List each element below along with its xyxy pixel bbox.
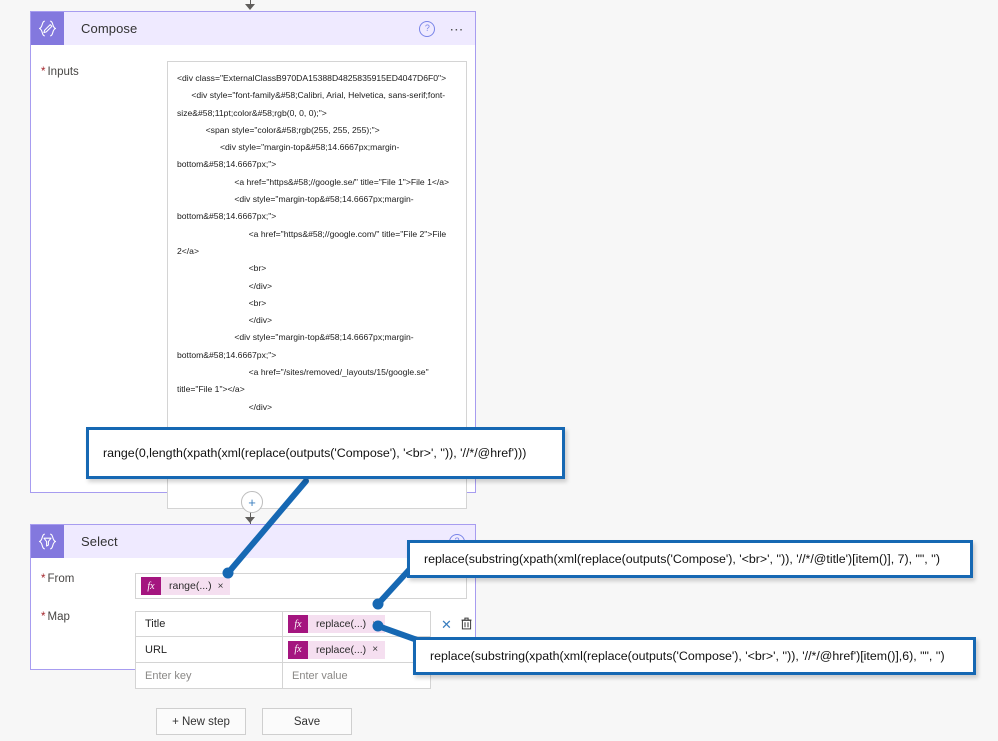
from-label-text: From <box>47 573 75 585</box>
map-value-input[interactable]: fx replace(...) × <box>283 637 431 663</box>
annotation-callout-href: replace(substring(xpath(xml(replace(outp… <box>413 637 976 675</box>
annotation-callout-range: range(0,length(xpath(xml(replace(outputs… <box>86 427 565 479</box>
compose-braces-pencil-icon <box>31 12 64 45</box>
map-value-token-text: replace(...) <box>316 643 367 656</box>
fx-icon: fx <box>288 640 308 659</box>
footer-actions: + New step Save <box>156 708 352 735</box>
save-button[interactable]: Save <box>262 708 352 735</box>
compose-action-card[interactable]: Compose ? ⋯ * Inputs <div class="External… <box>30 11 476 509</box>
close-icon[interactable]: ✕ <box>441 618 452 631</box>
required-marker: * <box>41 66 46 78</box>
map-value-token[interactable]: fx replace(...) × <box>288 640 386 659</box>
remove-token-icon[interactable]: × <box>372 644 385 655</box>
annotation-callout-title: replace(substring(xpath(xml(replace(outp… <box>407 540 973 578</box>
connector-compose-to-select: + <box>0 491 998 524</box>
from-token-range[interactable]: fx range(...) × <box>141 577 231 595</box>
annotation-text: replace(substring(xpath(xml(replace(outp… <box>430 649 945 663</box>
from-token-text: range(...) <box>169 580 212 592</box>
map-field-row: * Map Title fx replace(...) × ✕ URL fx r… <box>31 611 475 689</box>
fx-icon: fx <box>141 577 161 595</box>
select-card-body: * From fx range(...) × * Map Title fx re… <box>31 573 475 689</box>
from-field-label: * From <box>31 573 135 585</box>
map-field-label: * Map <box>31 611 135 623</box>
map-value-input[interactable]: fx replace(...) × <box>283 611 431 637</box>
plus-icon: + <box>248 494 256 510</box>
help-circle-icon[interactable]: ? <box>419 20 436 37</box>
map-label-text: Map <box>47 611 70 623</box>
remove-token-icon[interactable]: × <box>218 581 231 592</box>
map-new-key-input[interactable]: Enter key <box>135 663 283 689</box>
flow-designer-canvas: Compose ? ⋯ * Inputs <div class="External… <box>0 0 998 741</box>
map-value-token-text: replace(...) <box>316 618 367 630</box>
trash-icon[interactable] <box>461 617 472 632</box>
annotation-text: replace(substring(xpath(xml(replace(outp… <box>424 552 941 566</box>
new-step-button[interactable]: + New step <box>156 708 246 735</box>
select-card-title: Select <box>81 534 118 549</box>
compose-card-title: Compose <box>81 21 138 36</box>
map-value-token[interactable]: fx replace(...) × <box>288 615 386 633</box>
annotation-text: range(0,length(xpath(xml(replace(outputs… <box>103 446 527 460</box>
fx-icon: fx <box>288 615 308 633</box>
compose-header-actions: ? ⋯ <box>419 12 465 45</box>
remove-token-icon[interactable]: × <box>372 619 385 630</box>
required-marker: * <box>41 573 46 585</box>
add-step-button[interactable]: + <box>241 491 263 513</box>
map-new-value-input[interactable]: Enter value <box>283 663 431 689</box>
compose-card-header[interactable]: Compose ? ⋯ <box>31 12 475 45</box>
required-marker: * <box>41 611 46 623</box>
map-key-input[interactable]: Title <box>135 611 283 637</box>
inputs-label-text: Inputs <box>47 66 79 78</box>
ellipsis-icon[interactable]: ⋯ <box>449 22 465 36</box>
map-row-actions: ✕ <box>431 611 472 637</box>
map-key-input[interactable]: URL <box>135 637 283 663</box>
map-row-title: Title fx replace(...) × ✕ <box>135 611 472 637</box>
inputs-field-label: * Inputs <box>41 66 79 78</box>
select-braces-funnel-icon <box>31 525 64 558</box>
inputs-code-text: <div class="ExternalClassB970DA15388D482… <box>177 73 450 412</box>
